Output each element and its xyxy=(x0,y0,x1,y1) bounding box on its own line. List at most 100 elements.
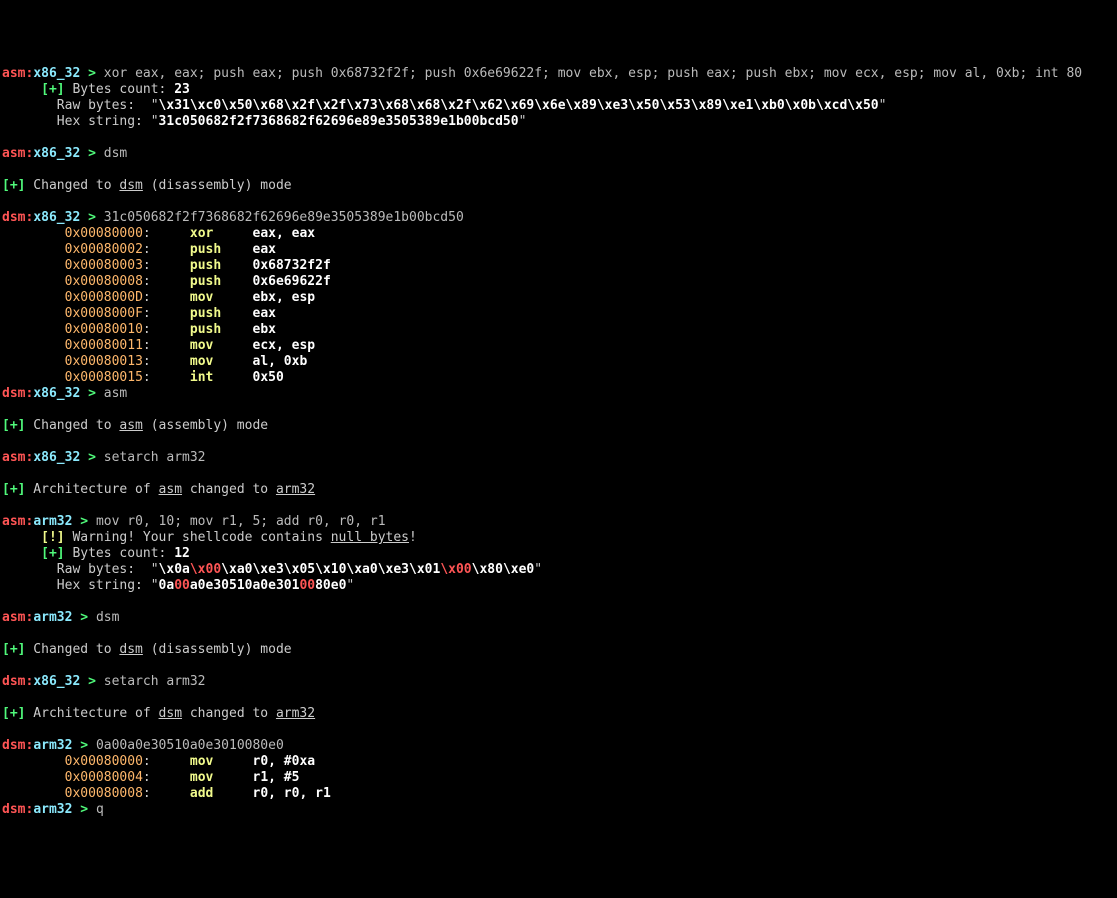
address: 0x00080000 xyxy=(65,226,143,241)
disassembly-row: 0x00080002: push eax xyxy=(2,242,276,257)
mode: dsm xyxy=(2,386,25,401)
address: 0x00080000 xyxy=(65,754,143,769)
operands: ebx, esp xyxy=(253,290,316,305)
disassembly-row: 0x00080010: push ebx xyxy=(2,322,276,337)
raw-bytes: \x31\xc0\x50\x68\x2f\x2f\x73\x68\x68\x2f… xyxy=(159,98,879,113)
mode: dsm xyxy=(2,674,25,689)
address: 0x0008000F xyxy=(65,306,143,321)
prompt-gt: > xyxy=(88,146,96,161)
terminal-output: asm:x86_32 > xor eax, eax; push eax; pus… xyxy=(2,66,1117,818)
command-input[interactable]: mov r0, 10; mov r1, 5; add r0, r0, r1 xyxy=(96,514,386,529)
mode: asm xyxy=(2,146,25,161)
mnemonic: add xyxy=(190,786,253,801)
prompt-line[interactable]: dsm:x86_32 > asm xyxy=(2,386,127,401)
disassembly-row: 0x0008000D: mov ebx, esp xyxy=(2,290,315,305)
prompt-line[interactable]: dsm:arm32 > q xyxy=(2,802,104,817)
arch: arm32 xyxy=(33,738,72,753)
prompt-line[interactable]: asm:arm32 > dsm xyxy=(2,610,119,625)
prompt-line[interactable]: asm:x86_32 > setarch arm32 xyxy=(2,450,206,465)
mode: asm xyxy=(2,514,25,529)
disassembly-row: 0x00080008: add r0, r0, r1 xyxy=(2,786,331,801)
mode: asm xyxy=(2,66,25,81)
command-input[interactable]: 31c050682f2f7368682f62696e89e3505389e1b0… xyxy=(104,210,464,225)
address: 0x00080013 xyxy=(65,354,143,369)
prompt-gt: > xyxy=(88,386,96,401)
operands: ecx, esp xyxy=(253,338,316,353)
operands: 0x68732f2f xyxy=(253,258,331,273)
mnemonic: push xyxy=(190,274,253,289)
arch: x86_32 xyxy=(33,210,80,225)
address: 0x00080008 xyxy=(65,786,143,801)
prompt-line[interactable]: asm:arm32 > mov r0, 10; mov r1, 5; add r… xyxy=(2,514,386,529)
mnemonic: mov xyxy=(190,338,253,353)
plus-icon: [+] xyxy=(2,642,25,657)
plus-icon: [+] xyxy=(41,82,64,97)
prompt-gt: > xyxy=(88,210,96,225)
mnemonic: push xyxy=(190,306,253,321)
disassembly-block: 0x00080000: xor eax, eax 0x00080002: pus… xyxy=(2,226,331,385)
command-input[interactable]: dsm xyxy=(104,146,127,161)
command-input[interactable]: setarch arm32 xyxy=(104,674,206,689)
output-line: [+] Changed to dsm (disassembly) mode xyxy=(2,178,292,193)
plus-icon: [+] xyxy=(2,178,25,193)
null-byte: \x00 xyxy=(440,562,471,577)
arch: arm32 xyxy=(33,802,72,817)
prompt-line[interactable]: dsm:arm32 > 0a00a0e30510a0e3010080e0 xyxy=(2,738,284,753)
command-input[interactable]: dsm xyxy=(96,610,119,625)
plus-icon: [+] xyxy=(2,706,25,721)
operands: r0, r0, r1 xyxy=(253,786,331,801)
mode: asm xyxy=(2,450,25,465)
null-byte: 00 xyxy=(174,578,190,593)
command-input[interactable]: setarch arm32 xyxy=(104,450,206,465)
disassembly-row: 0x00080003: push 0x68732f2f xyxy=(2,258,331,273)
byte-count: 23 xyxy=(174,82,190,97)
command-input[interactable]: asm xyxy=(104,386,127,401)
prompt-gt: > xyxy=(80,610,88,625)
disassembly-row: 0x00080000: mov r0, #0xa xyxy=(2,754,315,769)
mode: dsm xyxy=(2,738,25,753)
arch: x86_32 xyxy=(33,674,80,689)
prompt-line[interactable]: dsm:x86_32 > 31c050682f2f7368682f62696e8… xyxy=(2,210,464,225)
disassembly-row: 0x00080008: push 0x6e69622f xyxy=(2,274,331,289)
output-line: Hex string: "0a00a0e30510a0e3010080e0" xyxy=(2,578,354,593)
operands: r1, #5 xyxy=(253,770,300,785)
prompt-line[interactable]: asm:x86_32 > dsm xyxy=(2,146,127,161)
warning-icon: [!] xyxy=(41,530,64,545)
output-line: [+] Architecture of dsm changed to arm32 xyxy=(2,706,315,721)
operands: 0x6e69622f xyxy=(253,274,331,289)
output-line: [+] Changed to asm (assembly) mode xyxy=(2,418,268,433)
command-input[interactable]: 0a00a0e30510a0e3010080e0 xyxy=(96,738,284,753)
prompt-line[interactable]: asm:x86_32 > xor eax, eax; push eax; pus… xyxy=(2,66,1082,81)
mode: asm xyxy=(2,610,25,625)
null-byte: \x00 xyxy=(190,562,221,577)
disassembly-row: 0x00080004: mov r1, #5 xyxy=(2,770,299,785)
arch: x86_32 xyxy=(33,146,80,161)
output-line: Raw bytes: "\x31\xc0\x50\x68\x2f\x2f\x73… xyxy=(2,98,886,113)
operands: eax xyxy=(253,306,276,321)
command-input[interactable]: q xyxy=(96,802,104,817)
operands: r0, #0xa xyxy=(253,754,316,769)
prompt-gt: > xyxy=(80,802,88,817)
address: 0x00080004 xyxy=(65,770,143,785)
plus-icon: [+] xyxy=(2,418,25,433)
output-line: Hex string: "31c050682f2f7368682f62696e8… xyxy=(2,114,526,129)
output-line: [+] Bytes count: 12 xyxy=(2,546,190,561)
output-line: [!] Warning! Your shellcode contains nul… xyxy=(2,530,417,545)
command-input[interactable]: xor eax, eax; push eax; push 0x68732f2f;… xyxy=(104,66,1082,81)
operands: al, 0xb xyxy=(253,354,308,369)
operands: eax, eax xyxy=(253,226,316,241)
mnemonic: mov xyxy=(190,770,253,785)
prompt-line[interactable]: dsm:x86_32 > setarch arm32 xyxy=(2,674,206,689)
address: 0x0008000D xyxy=(65,290,143,305)
arch: arm32 xyxy=(33,514,72,529)
prompt-gt: > xyxy=(88,450,96,465)
arch: x86_32 xyxy=(33,386,80,401)
prompt-gt: > xyxy=(80,514,88,529)
mnemonic: push xyxy=(190,258,253,273)
mnemonic: push xyxy=(190,322,253,337)
output-line: Raw bytes: "\x0a\x00\xa0\xe3\x05\x10\xa0… xyxy=(2,562,542,577)
mnemonic: mov xyxy=(190,354,253,369)
address: 0x00080011 xyxy=(65,338,143,353)
plus-icon: [+] xyxy=(41,546,64,561)
output-line: [+] Bytes count: 23 xyxy=(2,82,190,97)
